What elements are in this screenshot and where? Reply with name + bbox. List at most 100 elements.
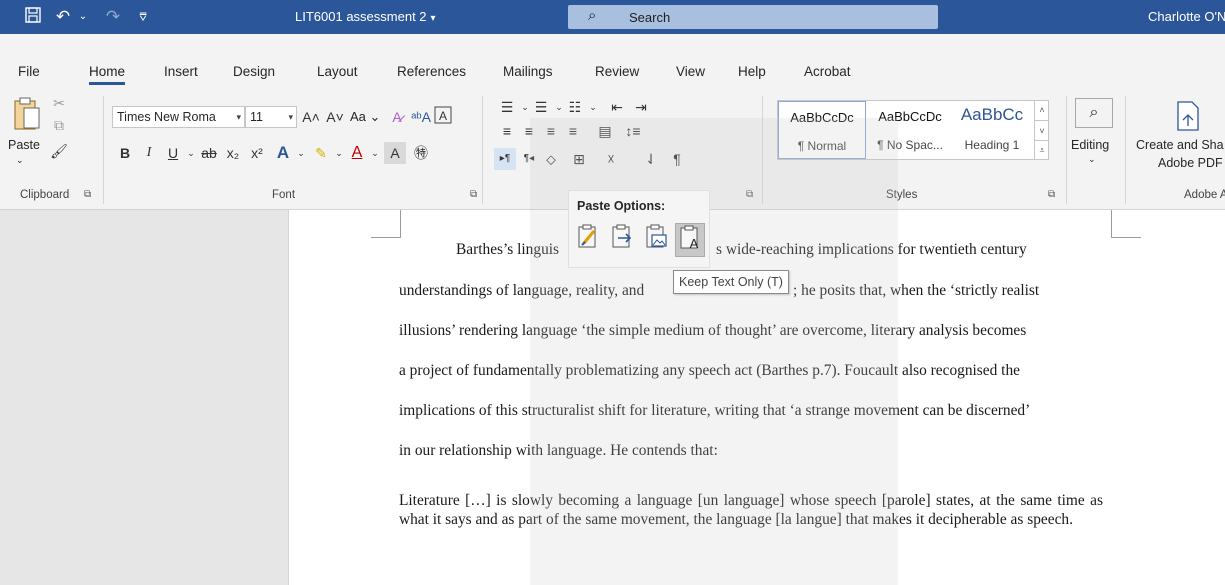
style-heading-1[interactable]: AaBbCc Heading 1 <box>952 101 1032 159</box>
clipboard-launcher-icon[interactable]: ⧉ <box>84 189 91 200</box>
paste-button[interactable]: Paste <box>8 138 40 152</box>
font-group-label: Font <box>272 189 296 201</box>
keep-text-only-icon[interactable]: A <box>675 223 705 257</box>
merge-formatting-icon[interactable] <box>607 223 637 257</box>
superscript-icon[interactable]: x² <box>246 142 268 164</box>
paste-picture-icon[interactable] <box>641 223 671 257</box>
enclose-characters-icon[interactable]: ㊕ <box>410 142 432 164</box>
text-line: a project of fundamentally problematizin… <box>399 362 1020 379</box>
font-size-combo[interactable]: 11 ▾ <box>245 106 297 128</box>
ltr-icon[interactable]: ▸¶ <box>494 148 516 170</box>
svg-text:A: A <box>690 236 699 250</box>
create-pdf-icon[interactable] <box>1174 100 1202 135</box>
subscript-icon[interactable]: x₂ <box>222 142 244 164</box>
font-color-dropdown-icon[interactable]: ⌄ <box>364 142 386 164</box>
group-separator <box>482 96 483 204</box>
search-box[interactable]: ⌕ Search <box>568 5 938 29</box>
tab-layout[interactable]: Layout <box>317 64 358 79</box>
format-painter-icon[interactable]: 🖌 <box>48 140 70 162</box>
tab-references[interactable]: References <box>397 64 466 79</box>
character-border-icon[interactable]: A <box>432 106 454 128</box>
tab-view[interactable]: View <box>676 64 705 79</box>
undo-icon[interactable]: ↶ <box>52 6 74 28</box>
group-separator <box>762 96 763 204</box>
decrease-indent-icon[interactable]: ⇤ <box>606 96 628 118</box>
tab-file[interactable]: File <box>18 64 40 79</box>
text-line: understandings of language, reality, and <box>399 282 645 299</box>
phonetic-guide-icon[interactable]: ᵃᵇA <box>410 106 432 128</box>
create-share-pdf-line2[interactable]: Adobe PDF <box>1158 156 1223 170</box>
tab-help[interactable]: Help <box>738 64 766 79</box>
tab-home[interactable]: Home <box>89 64 126 85</box>
paste-options-menu: Paste Options: A <box>568 190 710 268</box>
asian-layout-icon[interactable]: ☓ <box>600 148 622 170</box>
save-icon[interactable] <box>22 6 44 28</box>
paragraph-launcher-icon[interactable]: ⧉ <box>746 189 753 200</box>
character-shading-icon[interactable]: A <box>384 142 406 164</box>
grow-font-icon[interactable]: A˄ <box>300 106 322 128</box>
strikethrough-icon[interactable]: ab <box>198 142 220 164</box>
justify-icon[interactable]: ≡ <box>562 120 584 142</box>
title-bar: ↶ ⌄ ↷ ⩢ LIT6001 assessment 2 ▾ ⌕ Search C… <box>0 0 1225 34</box>
paste-dropdown-icon[interactable]: ⌄ <box>16 155 24 166</box>
line-spacing-icon[interactable]: ↕≡ <box>622 120 644 142</box>
document-page[interactable]: Barthes’s linguis s wide-reaching implic… <box>288 210 1225 585</box>
tab-acrobat[interactable]: Acrobat <box>804 64 851 79</box>
find-icon[interactable]: ⌕ <box>1075 98 1113 128</box>
style-name: ¶ Normal <box>797 139 847 153</box>
clipboard-group-label: Clipboard <box>20 189 70 201</box>
create-share-pdf-line1[interactable]: Create and Sha <box>1136 138 1224 152</box>
style-normal[interactable]: AaBbCcDc ¶ Normal <box>778 101 866 159</box>
column-layout-icon[interactable]: ▤ <box>594 120 616 142</box>
font-name-combo[interactable]: Times New Roma ▾ <box>112 106 245 128</box>
bold-icon[interactable]: B <box>114 142 136 164</box>
paste-icon[interactable] <box>12 96 42 140</box>
italic-icon[interactable]: I <box>138 142 160 164</box>
scroll-down-icon[interactable]: ˅ <box>1035 120 1049 140</box>
user-name[interactable]: Charlotte O'N <box>1148 9 1225 24</box>
search-icon: ⌕ <box>588 7 597 24</box>
document-title-text: LIT6001 assessment 2 <box>295 9 427 24</box>
shrink-font-icon[interactable]: A˅ <box>324 106 346 128</box>
rtl-icon[interactable]: ¶◂ <box>518 148 540 170</box>
editing-dropdown-icon[interactable]: ⌄ <box>1088 154 1096 165</box>
shading-icon[interactable]: ⬦ <box>540 148 562 170</box>
tab-review[interactable]: Review <box>595 64 639 79</box>
search-placeholder: Search <box>629 10 671 25</box>
multilevel-dropdown-icon[interactable]: ⌄ <box>582 96 604 118</box>
borders-icon[interactable]: ⊞ <box>568 148 590 170</box>
copy-icon[interactable]: ⧉ <box>48 114 70 136</box>
text-effects-dropdown-icon[interactable]: ⌄ <box>290 142 312 164</box>
styles-gallery: AaBbCcDc ¶ Normal AaBbCcDc ¶ No Spac... … <box>777 100 1049 160</box>
keep-text-only-tooltip: Keep Text Only (T) <box>673 270 789 294</box>
sort-icon[interactable]: ⇃ <box>640 148 662 170</box>
editing-button[interactable]: Editing <box>1071 138 1109 152</box>
show-marks-icon[interactable]: ¶ <box>666 148 688 170</box>
styles-scroll[interactable]: ˄ ˅ ⩡ <box>1034 100 1049 160</box>
align-right-icon[interactable]: ≡ <box>540 120 562 142</box>
style-no-spacing[interactable]: AaBbCcDc ¶ No Spac... <box>866 101 954 159</box>
clear-formatting-icon[interactable]: A̷ <box>386 106 408 128</box>
scroll-up-icon[interactable]: ˄ <box>1035 100 1049 120</box>
change-case-button[interactable]: Aa ⌄ <box>350 109 380 125</box>
customize-toolbar-icon[interactable]: ⩢ <box>132 6 154 28</box>
text-line: implications of this structuralist shift… <box>399 402 1031 419</box>
font-launcher-icon[interactable]: ⧉ <box>470 189 477 200</box>
style-preview: AaBbCcDc <box>878 109 942 124</box>
styles-more-icon[interactable]: ⩡ <box>1035 140 1049 158</box>
text-line: ; he posits that, when the ‘strictly rea… <box>793 282 1040 299</box>
keep-source-formatting-icon[interactable] <box>573 223 603 257</box>
align-left-icon[interactable]: ≡ <box>496 120 518 142</box>
align-center-icon[interactable]: ≡ <box>518 120 540 142</box>
document-title[interactable]: LIT6001 assessment 2 ▾ <box>295 9 436 24</box>
change-case-label: Aa <box>350 109 366 124</box>
tab-insert[interactable]: Insert <box>164 64 198 79</box>
increase-indent-icon[interactable]: ⇥ <box>630 96 652 118</box>
cut-icon[interactable]: ✂ <box>48 92 70 114</box>
redo-icon[interactable]: ↷ <box>102 6 124 28</box>
chevron-down-icon: ▾ <box>288 112 293 122</box>
styles-launcher-icon[interactable]: ⧉ <box>1048 189 1055 200</box>
tab-mailings[interactable]: Mailings <box>503 64 553 79</box>
undo-dropdown-icon[interactable]: ⌄ <box>72 6 94 28</box>
tab-design[interactable]: Design <box>233 64 275 79</box>
